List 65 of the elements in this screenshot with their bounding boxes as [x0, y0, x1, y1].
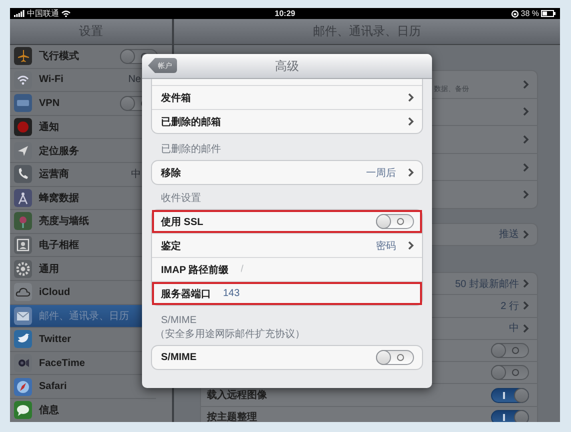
chevron-icon — [523, 80, 529, 89]
row-label: 载入远程图像 — [207, 388, 267, 402]
row-label: 移除 — [161, 166, 181, 180]
airplane-icon — [14, 47, 32, 66]
chevron-icon — [523, 190, 529, 200]
flower-icon — [14, 212, 32, 230]
input-field[interactable]: / — [240, 264, 301, 275]
toggle-switch[interactable] — [491, 343, 529, 358]
row-value: 一周后 — [366, 166, 396, 180]
row-value: 中 — [509, 322, 519, 336]
toggle-switch[interactable] — [491, 410, 529, 422]
input-field[interactable]: 143 — [223, 288, 283, 299]
row-value: 50 封最新邮件 — [455, 278, 519, 291]
signal-icon — [14, 10, 25, 17]
chevron-icon — [523, 230, 529, 239]
battery-icon — [541, 10, 556, 17]
row-value: 密码 — [376, 240, 396, 252]
chevron-icon — [523, 107, 529, 116]
page-title: 邮件、通讯录、日历 — [313, 23, 421, 40]
sidebar-item[interactable]: 信息 — [10, 398, 156, 422]
row-label: 鉴定 — [161, 239, 181, 252]
bird-icon — [14, 330, 32, 348]
chevron-icon — [523, 324, 529, 333]
phone-icon — [14, 165, 32, 184]
cloud-icon — [14, 283, 32, 302]
row-value: 2 行 — [500, 300, 519, 313]
section-header: S/MIME — [160, 315, 198, 326]
square-icon — [14, 94, 32, 112]
chevron-icon — [523, 301, 529, 310]
envelope-icon — [14, 306, 32, 325]
compass-icon — [14, 378, 32, 396]
frame-icon — [14, 236, 32, 254]
clock-time: 10:29 — [274, 9, 296, 18]
section-header: 收件设置 — [160, 192, 202, 205]
chevron-icon — [523, 162, 529, 172]
chevron-icon — [523, 279, 529, 288]
speech-bubble-icon — [14, 401, 32, 420]
section-header: 已删除的邮件 — [160, 142, 222, 156]
toggle-switch[interactable] — [376, 350, 414, 365]
rotation-lock-icon — [510, 10, 519, 18]
chevron-icon — [408, 168, 414, 177]
chevron-icon — [408, 241, 414, 250]
toggle-switch[interactable] — [376, 214, 414, 229]
section-note: （安全多用途网际邮件扩充协议） — [154, 328, 306, 341]
sidebar-title: 设置 — [79, 23, 103, 40]
row-value: 推送 — [499, 228, 519, 242]
carrier-name: 中国联通 — [27, 8, 59, 19]
record-icon — [14, 118, 32, 136]
row-label: IMAP 路径前缀 — [161, 264, 229, 276]
antenna-icon — [14, 188, 32, 207]
row-label: S/MIME — [161, 352, 197, 363]
toggle-switch[interactable] — [491, 365, 529, 380]
row-label: 已删除的邮箱 — [161, 116, 221, 128]
battery-percent: 38 % — [520, 9, 539, 18]
chevron-icon — [408, 117, 414, 126]
gear-icon — [14, 260, 32, 278]
toggle-switch[interactable] — [491, 388, 529, 403]
row-label: 使用 SSL — [161, 216, 204, 228]
wifi-icon — [61, 10, 71, 17]
row-label: 服务器端口 — [161, 288, 211, 300]
row-label: 发件箱 — [161, 92, 191, 104]
row-label: 按主题整理 — [207, 410, 257, 422]
chevron-icon — [408, 93, 414, 102]
popover-title: 高级 — [275, 58, 299, 74]
chevron-icon — [523, 134, 529, 144]
